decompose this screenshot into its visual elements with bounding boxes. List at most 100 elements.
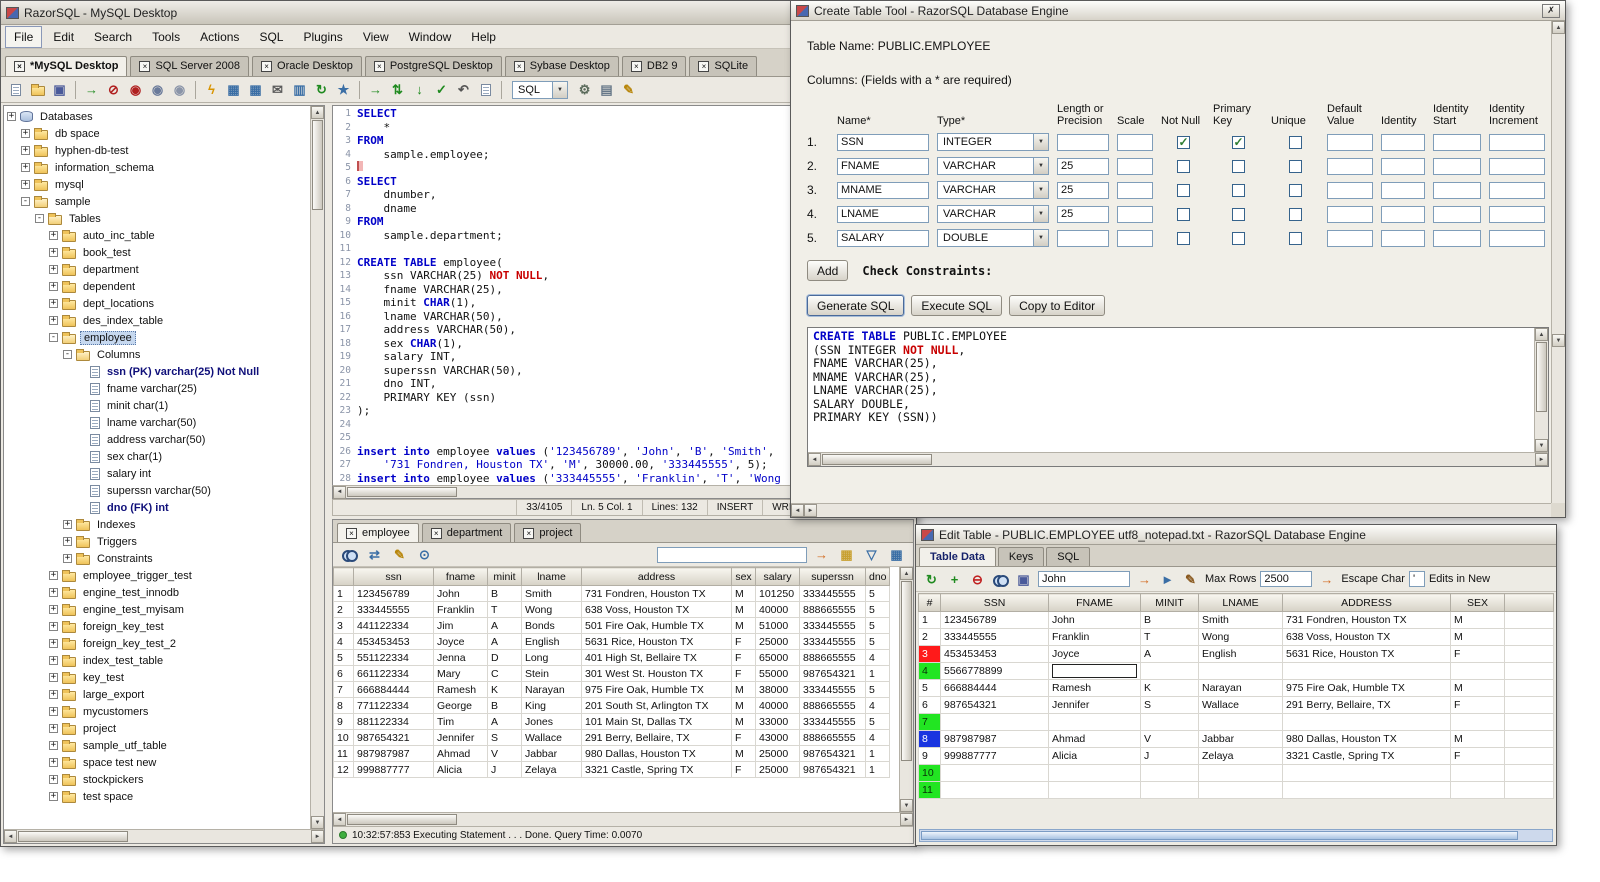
cell[interactable] bbox=[1282, 662, 1451, 680]
expand-icon[interactable]: + bbox=[49, 775, 58, 784]
filter-button[interactable]: ▽ bbox=[861, 544, 882, 565]
expand-icon[interactable]: + bbox=[49, 673, 58, 682]
not-null-checkbox[interactable] bbox=[1176, 231, 1190, 245]
table-row[interactable]: 3 453453453 Joyce A English 5631 Rice, Housto… bbox=[918, 645, 1554, 663]
cell-editor[interactable] bbox=[1052, 664, 1137, 678]
cell[interactable]: 4 bbox=[865, 697, 890, 714]
execute-sql-button[interactable]: Execute SQL bbox=[911, 295, 1003, 316]
cell[interactable]: Ramesh bbox=[433, 681, 488, 698]
expand-icon[interactable]: + bbox=[49, 299, 58, 308]
cell[interactable]: Joyce bbox=[433, 633, 488, 650]
name-input[interactable]: LNAME bbox=[837, 205, 929, 223]
cell[interactable]: 25000 bbox=[755, 633, 800, 650]
cell[interactable]: 333445555 bbox=[353, 601, 434, 618]
cell[interactable]: 333445555 bbox=[799, 585, 866, 602]
cell[interactable]: 661122334 bbox=[353, 665, 434, 682]
scroll-track[interactable] bbox=[17, 830, 311, 843]
result-row[interactable]: 12 999887777 Alicia J Zelaya 3321 Castle, Spr… bbox=[333, 761, 890, 778]
result-row[interactable]: 6 661122334 Mary C Stein 301 West St. Houston… bbox=[333, 665, 890, 682]
tree-item[interactable]: - Tables bbox=[4, 210, 310, 227]
cell[interactable]: C bbox=[487, 665, 522, 682]
cell[interactable] bbox=[1282, 764, 1451, 782]
expand-icon[interactable]: + bbox=[49, 265, 58, 274]
cell[interactable]: Jim bbox=[433, 617, 488, 634]
close-button[interactable]: ✗ bbox=[1542, 3, 1560, 18]
column-header[interactable]: # bbox=[918, 593, 941, 612]
identity-input[interactable] bbox=[1381, 133, 1425, 151]
cell[interactable]: K bbox=[1140, 679, 1199, 697]
identity-increment-input[interactable] bbox=[1489, 205, 1545, 223]
scroll-track[interactable] bbox=[900, 580, 913, 799]
tree-item[interactable]: + dept_locations bbox=[4, 295, 310, 312]
close-tab-icon[interactable]: × bbox=[346, 527, 357, 539]
cell[interactable]: F bbox=[731, 633, 756, 650]
results-horizontal-scrollbar[interactable]: ◄ ► bbox=[333, 812, 913, 826]
result-filter-input[interactable] bbox=[657, 546, 807, 563]
cell[interactable]: B bbox=[487, 697, 522, 714]
cell[interactable]: 333445555 bbox=[940, 628, 1049, 646]
row-number[interactable]: 5 bbox=[333, 649, 354, 666]
tree-item[interactable]: + Constraints bbox=[4, 550, 310, 567]
cell[interactable]: M bbox=[1450, 730, 1505, 748]
expand-icon[interactable]: + bbox=[49, 588, 58, 597]
scale-input[interactable] bbox=[1117, 133, 1153, 151]
row-number[interactable]: 6 bbox=[918, 696, 941, 714]
tree-item[interactable]: + employee_trigger_test bbox=[4, 567, 310, 584]
cell[interactable]: 881122334 bbox=[353, 713, 434, 730]
cell[interactable]: 43000 bbox=[755, 729, 800, 746]
column-header[interactable]: fname bbox=[433, 567, 488, 586]
scroll-down-icon[interactable]: ▼ bbox=[311, 816, 324, 829]
scroll-up-icon[interactable]: ▲ bbox=[311, 106, 324, 119]
identity-input[interactable] bbox=[1381, 157, 1425, 175]
cell[interactable]: George bbox=[433, 697, 488, 714]
cell[interactable] bbox=[1140, 764, 1199, 782]
not-null-checkbox[interactable] bbox=[1176, 207, 1190, 221]
connection-tab[interactable]: × *MySQL Desktop bbox=[5, 56, 128, 76]
tree-item[interactable]: dno (FK) int bbox=[4, 499, 310, 516]
cell[interactable]: 999887777 bbox=[940, 747, 1049, 765]
expand-icon[interactable]: + bbox=[49, 656, 58, 665]
results-vertical-scrollbar[interactable]: ▲ ▼ bbox=[899, 567, 913, 812]
expand-icon[interactable]: + bbox=[49, 571, 58, 580]
unique-checkbox[interactable] bbox=[1288, 207, 1302, 221]
cell[interactable]: D bbox=[487, 649, 522, 666]
cell[interactable]: Wallace bbox=[1198, 696, 1283, 714]
scroll-left-icon[interactable]: ◄ bbox=[333, 813, 346, 826]
scroll-right-icon[interactable]: ► bbox=[1535, 453, 1548, 466]
scroll-track[interactable] bbox=[311, 119, 324, 816]
default-value-input[interactable] bbox=[1327, 133, 1373, 151]
expand-icon[interactable]: + bbox=[49, 758, 58, 767]
tree-item[interactable]: + information_schema bbox=[4, 159, 310, 176]
column-header[interactable]: lname bbox=[521, 567, 582, 586]
undo-button[interactable]: ↶ bbox=[453, 79, 474, 100]
row-number[interactable]: 4 bbox=[918, 662, 941, 680]
cell[interactable] bbox=[1198, 764, 1283, 782]
sql-horizontal-scrollbar[interactable]: ◄ ► bbox=[808, 452, 1548, 466]
type-select[interactable]: DOUBLE ▼ bbox=[937, 229, 1049, 247]
refresh-data-button[interactable]: ↻ bbox=[921, 569, 942, 590]
column-header[interactable]: salary bbox=[755, 567, 800, 586]
close-tab-icon[interactable]: × bbox=[698, 60, 710, 72]
expand-icon[interactable]: + bbox=[63, 537, 72, 546]
scroll-thumb[interactable] bbox=[822, 454, 932, 465]
name-input[interactable]: MNAME bbox=[837, 181, 929, 199]
expand-icon[interactable]: + bbox=[49, 316, 58, 325]
column-header[interactable]: LNAME bbox=[1198, 593, 1283, 612]
cell[interactable]: 453453453 bbox=[353, 633, 434, 650]
length-input[interactable] bbox=[1057, 229, 1109, 247]
cell[interactable]: Bonds bbox=[521, 617, 582, 634]
cell[interactable]: A bbox=[1140, 645, 1199, 663]
edit-table-titlebar[interactable]: Edit Table - PUBLIC.EMPLOYEE utf8_notepa… bbox=[916, 525, 1556, 545]
cell[interactable]: 999887777 bbox=[353, 761, 434, 778]
scroll-down-icon[interactable]: ▼ bbox=[900, 799, 913, 812]
column-header[interactable]: FNAME bbox=[1048, 593, 1141, 612]
table-row[interactable]: 1 123456789 John B Smith 731 Fondren, Houston… bbox=[918, 611, 1554, 629]
row-number[interactable]: 12 bbox=[333, 761, 354, 778]
cell[interactable]: 291 Berry, Bellaire, TX bbox=[1282, 696, 1451, 714]
cell[interactable]: 5631 Rice, Houston TX bbox=[1282, 645, 1451, 663]
expand-icon[interactable]: + bbox=[49, 707, 58, 716]
menu-window[interactable]: Window bbox=[400, 26, 461, 48]
cell[interactable] bbox=[1048, 781, 1141, 799]
row-number[interactable]: 11 bbox=[918, 781, 941, 799]
cell[interactable]: 551122334 bbox=[353, 649, 434, 666]
